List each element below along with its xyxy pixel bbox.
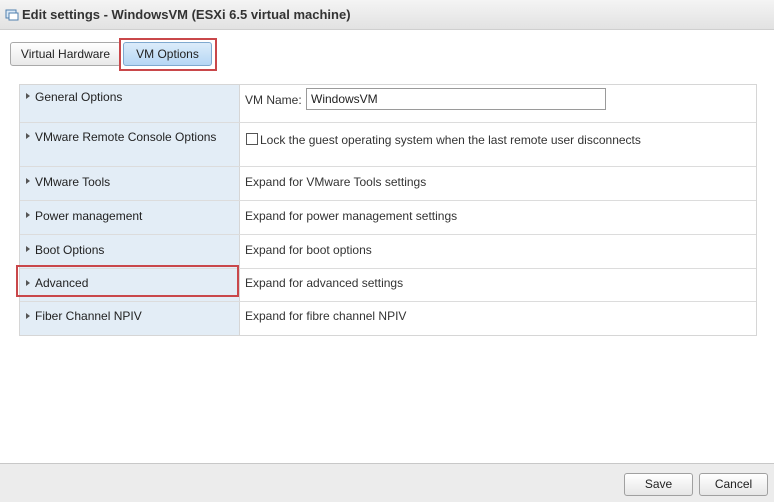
expand-vmware-tools[interactable]: VMware Tools [20,167,240,200]
row-label: General Options [35,90,123,104]
row-label: Power management [35,209,143,223]
expand-boot-options[interactable]: Boot Options [20,235,240,268]
row-description: Expand for VMware Tools settings [245,175,427,189]
row-fiber-channel-npiv: Fiber Channel NPIV Expand for fibre chan… [20,302,756,335]
row-vmware-tools: VMware Tools Expand for VMware Tools set… [20,167,756,201]
expand-arrow-icon [26,133,30,139]
row-description: Expand for fibre channel NPIV [245,309,407,323]
row-value: Expand for fibre channel NPIV [240,302,756,335]
dialog-title: Edit settings - WindowsVM (ESXi 6.5 virt… [22,7,351,22]
row-label: Boot Options [35,243,105,257]
row-value: Expand for boot options [240,235,756,268]
expand-arrow-icon [26,280,30,286]
row-description: Expand for power management settings [245,209,458,223]
expand-arrow-icon [26,246,30,252]
row-value: VM Name: [240,85,756,122]
row-label: VMware Tools [35,175,111,189]
vm-name-input[interactable] [306,88,606,110]
row-remote-console-options: VMware Remote Console Options Lock the g… [20,123,756,167]
expand-arrow-icon [26,313,30,319]
expand-arrow-icon [26,212,30,218]
expand-power-management[interactable]: Power management [20,201,240,234]
row-value: Expand for advanced settings [240,269,756,301]
save-button[interactable]: Save [624,473,693,496]
row-value: Expand for VMware Tools settings [240,167,756,200]
settings-table: General Options VM Name: VMware Remote C… [19,84,757,336]
row-label: Fiber Channel NPIV [35,309,142,323]
cancel-button[interactable]: Cancel [699,473,768,496]
row-description: Expand for advanced settings [245,276,404,290]
row-label: VMware Remote Console Options [35,130,217,144]
vm-name-label: VM Name: [245,93,302,107]
row-value: Expand for power management settings [240,201,756,234]
row-value: Lock the guest operating system when the… [240,123,756,166]
expand-remote-console-options[interactable]: VMware Remote Console Options [20,123,240,166]
dialog-title-bar: Edit settings - WindowsVM (ESXi 6.5 virt… [0,0,774,30]
expand-general-options[interactable]: General Options [20,85,240,122]
row-general-options: General Options VM Name: [20,85,756,123]
dialog-footer: Save Cancel [0,463,774,502]
row-label: Advanced [35,276,89,290]
row-advanced: Advanced Expand for advanced settings [20,269,756,302]
expand-arrow-icon [26,178,30,184]
lock-guest-os-label: Lock the guest operating system when the… [260,133,641,147]
row-boot-options: Boot Options Expand for boot options [20,235,756,269]
row-description: Expand for boot options [245,243,372,257]
vm-settings-icon [5,9,19,21]
tab-vm-options[interactable]: VM Options [123,42,212,66]
expand-fiber-channel-npiv[interactable]: Fiber Channel NPIV [20,302,240,335]
tab-virtual-hardware[interactable]: Virtual Hardware [10,42,121,66]
expand-arrow-icon [26,93,30,99]
lock-guest-os-checkbox[interactable] [246,133,258,145]
row-power-management: Power management Expand for power manage… [20,201,756,235]
expand-advanced[interactable]: Advanced [20,269,240,301]
